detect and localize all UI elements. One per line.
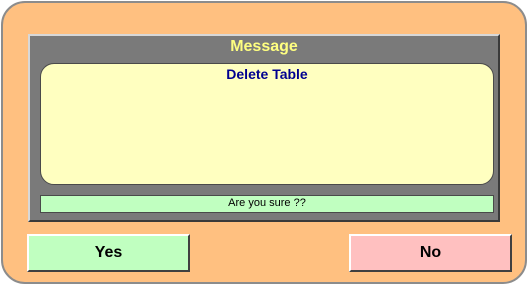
yes-button[interactable]: Yes [27, 234, 190, 272]
dialog-title: Message [230, 38, 298, 55]
no-button[interactable]: No [349, 234, 512, 272]
message-text: Delete Table [226, 66, 308, 82]
confirm-prompt: Are you sure ?? [40, 195, 494, 213]
